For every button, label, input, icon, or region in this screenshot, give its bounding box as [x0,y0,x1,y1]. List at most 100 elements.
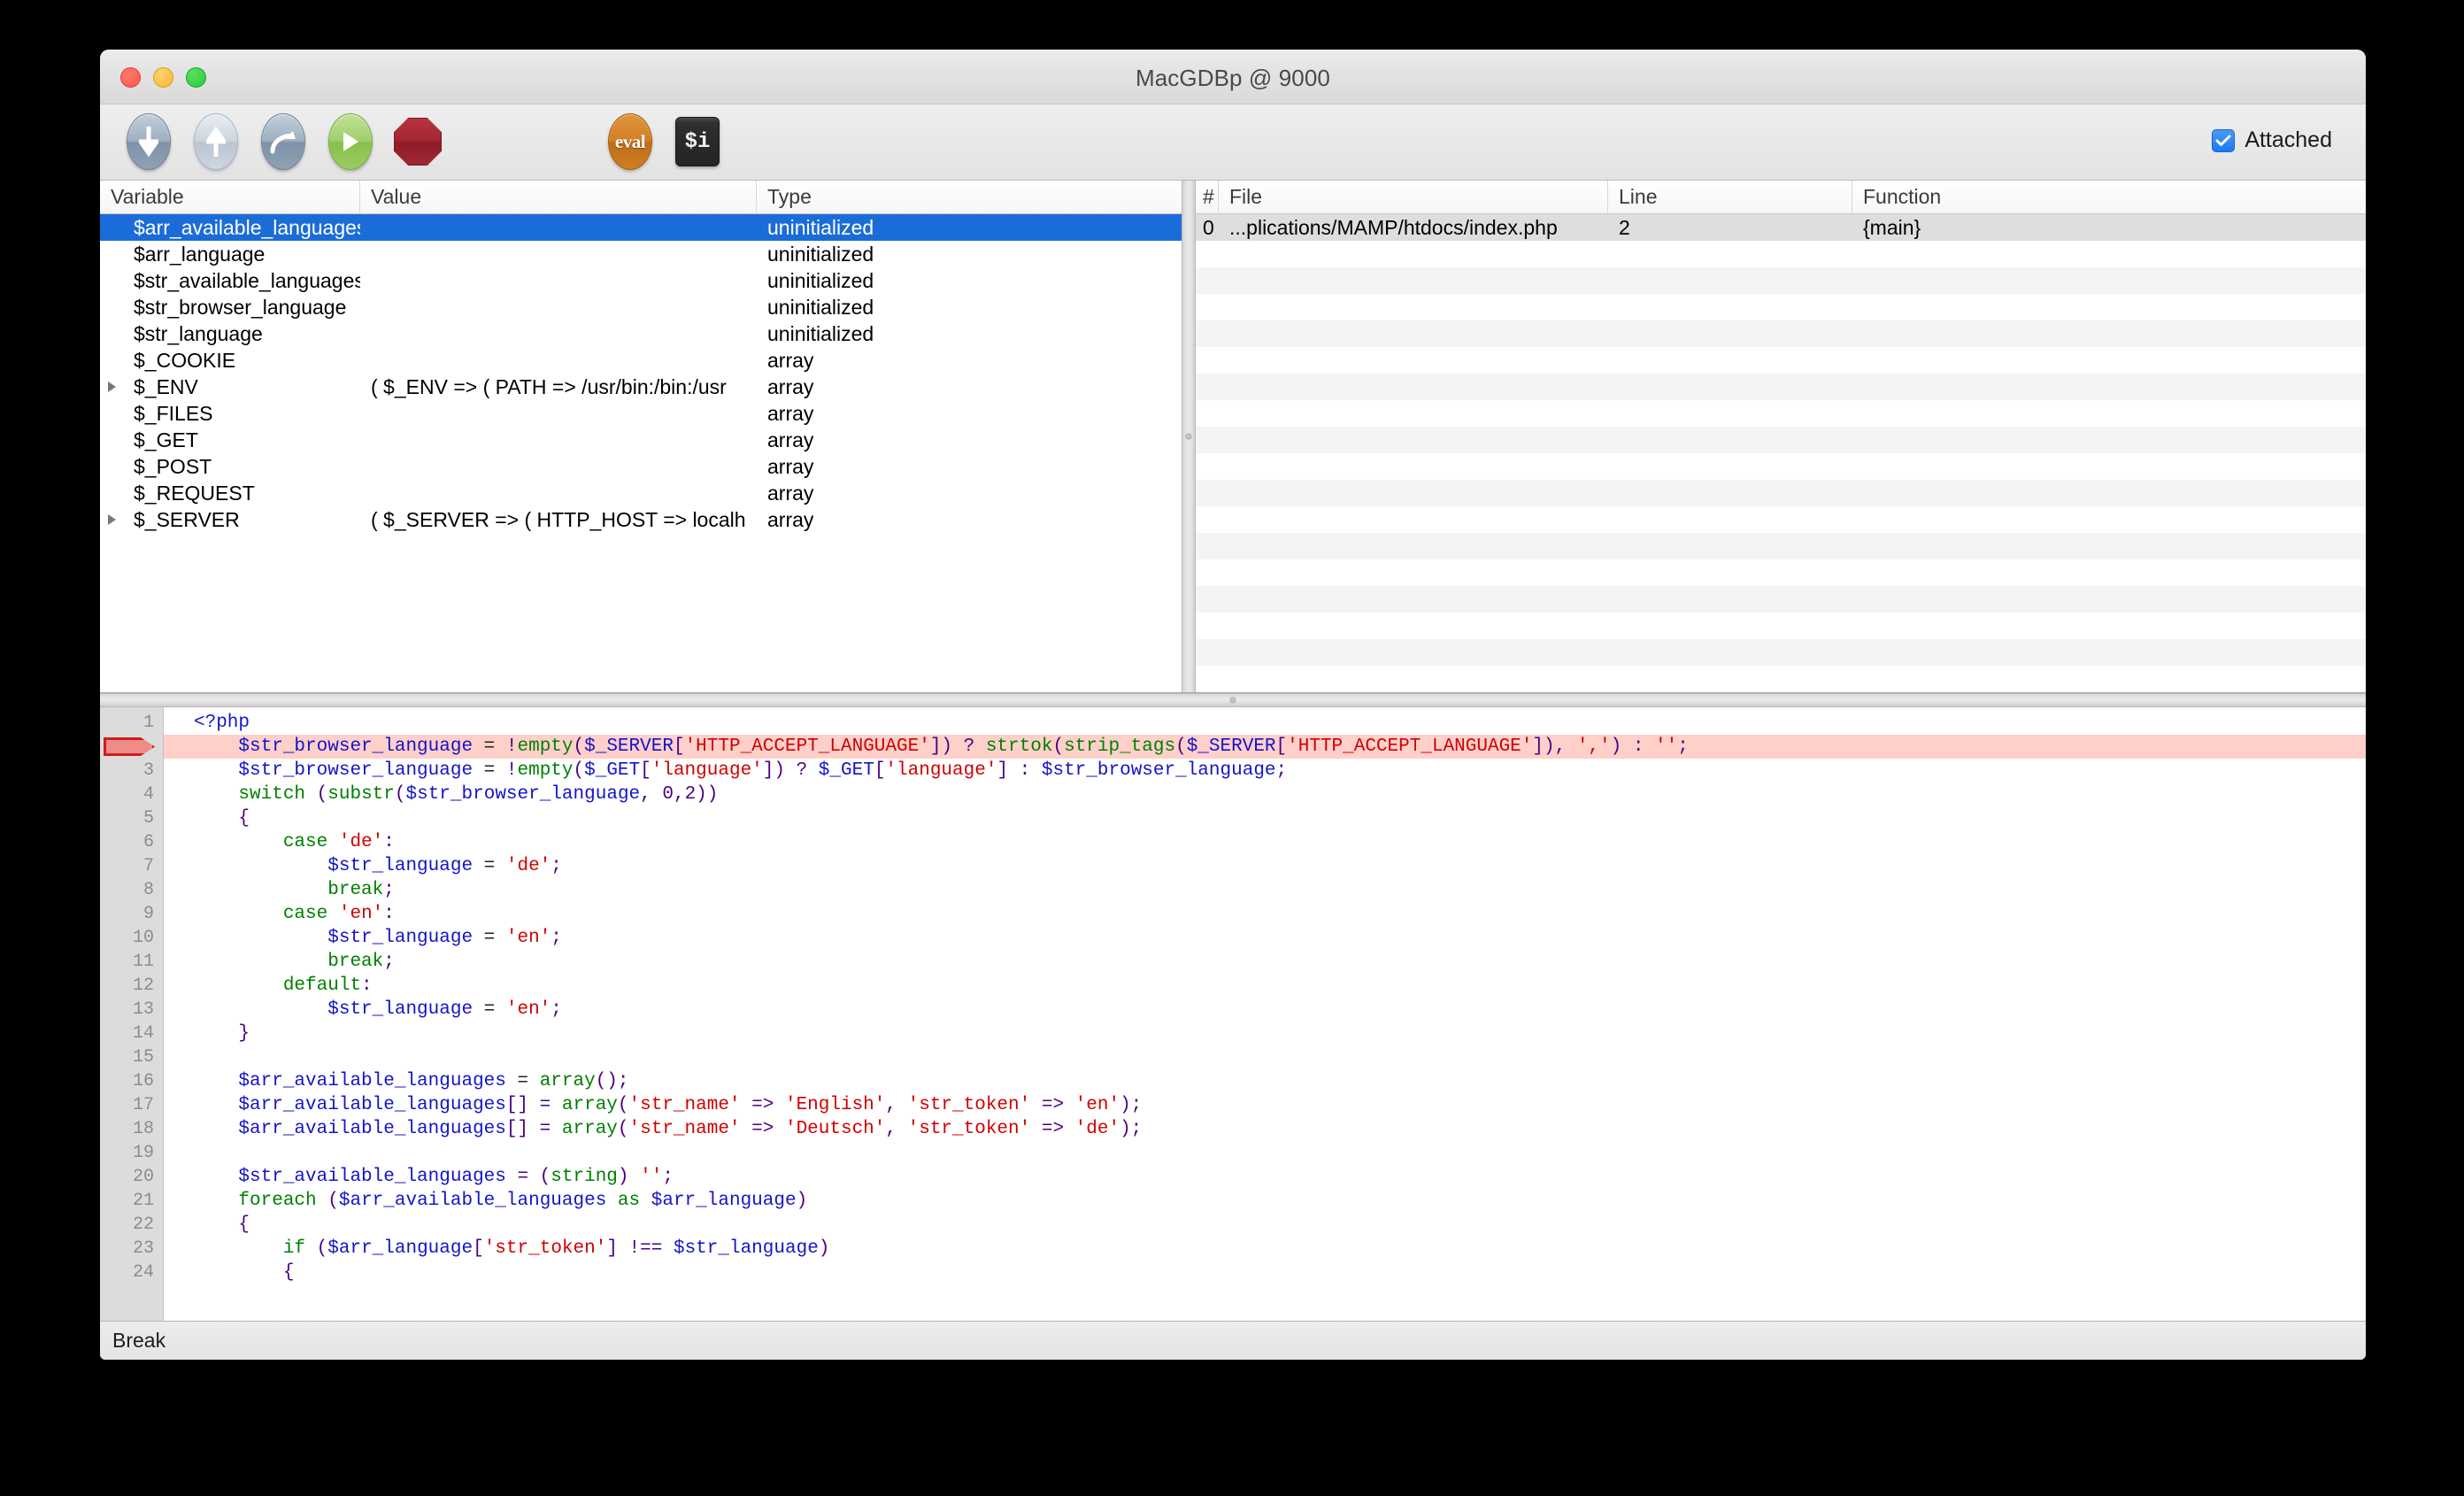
code-token: ( [317,1191,339,1211]
variable-row[interactable]: $arr_available_languagesuninitialized [100,214,1182,241]
code-token: strip_tags [1064,736,1175,757]
variable-row[interactable]: $arr_languageuninitialized [100,241,1182,267]
shell-button[interactable]: $i [670,112,725,172]
code-token: ( [1175,736,1187,757]
code-token: ( [395,784,406,805]
code-token [194,880,327,900]
line-number[interactable]: 11 [100,950,163,974]
eval-button-label: eval [615,131,645,153]
code-token [194,999,327,1020]
step-in-button[interactable] [121,112,176,172]
line-number[interactable]: 21 [100,1189,163,1213]
vertical-splitter[interactable] [1182,181,1196,692]
line-number[interactable]: 5 [100,806,163,830]
line-number[interactable]: 7 [100,854,163,878]
eval-button[interactable]: eval [603,112,658,172]
column-header-type[interactable]: Type [757,181,1182,213]
line-number[interactable]: 24 [100,1261,163,1284]
line-number[interactable]: 22 [100,1213,163,1237]
variable-name: $_COOKIE [123,349,360,373]
stack-index: 0 [1196,216,1219,240]
app-window: MacGDBp @ 9000 [100,50,2366,1360]
code-token: $arr_available_languages [238,1119,505,1139]
variable-type: array [757,428,1182,452]
attached-checkbox[interactable]: Attached [2212,127,2332,153]
variable-row[interactable]: $_POSTarray [100,453,1182,480]
status-bar: Break [100,1321,2366,1360]
column-header-line[interactable]: Line [1608,181,1852,213]
line-number[interactable]: 10 [100,926,163,950]
variable-row[interactable]: $_FILESarray [100,400,1182,427]
horizontal-splitter[interactable] [100,693,2366,707]
variable-row[interactable]: $_COOKIEarray [100,347,1182,374]
variable-row[interactable]: $_REQUESTarray [100,480,1182,506]
column-header-value[interactable]: Value [360,181,757,213]
code-token: ) [618,1167,640,1187]
variable-row-empty [100,666,1182,692]
step-over-button[interactable] [256,112,311,172]
play-icon [328,113,373,170]
code-token: ) [819,1238,830,1259]
line-number[interactable]: 23 [100,1237,163,1261]
stack-row[interactable]: 0...plications/MAMP/htdocs/index.php2{ma… [1196,214,2366,241]
disclosure-triangle-icon[interactable] [100,382,123,392]
variable-row[interactable]: $_GETarray [100,427,1182,453]
shell-button-label: $i [685,130,711,154]
variable-row[interactable]: $str_browser_languageuninitialized [100,294,1182,320]
code-token: ; [551,928,562,948]
column-header-number[interactable]: # [1196,181,1219,213]
variable-row[interactable]: $_SERVER( $_SERVER => ( HTTP_HOST => loc… [100,506,1182,533]
line-number[interactable]: 6 [100,830,163,854]
code-token: foreach [238,1191,316,1211]
variable-row-empty [100,533,1182,559]
line-number[interactable]: 8 [100,878,163,902]
code-token: } [194,1023,250,1044]
code-token [194,952,327,972]
line-number[interactable]: 20 [100,1165,163,1189]
code-token [194,1119,238,1139]
line-number[interactable]: 18 [100,1117,163,1141]
line-number[interactable] [100,735,163,759]
breakpoint-marker-icon[interactable] [104,737,155,756]
line-number[interactable]: 13 [100,998,163,1022]
code-token: 'de' [339,832,383,852]
code-token: => [1030,1095,1074,1115]
line-number[interactable]: 19 [100,1141,163,1165]
variable-row[interactable]: $str_available_languagesuninitialized [100,267,1182,294]
variable-row[interactable]: $_ENV( $_ENV => ( PATH => /usr/bin:/bin:… [100,374,1182,400]
line-number[interactable]: 14 [100,1022,163,1045]
stop-button[interactable] [390,112,445,172]
line-number[interactable]: 17 [100,1093,163,1117]
line-number[interactable]: 16 [100,1069,163,1093]
code-token [194,832,283,852]
line-number[interactable]: 9 [100,902,163,926]
column-header-file[interactable]: File [1219,181,1608,213]
code-token: = [473,736,506,757]
line-number[interactable]: 12 [100,974,163,998]
step-out-button[interactable] [189,112,243,172]
line-number-gutter[interactable]: 13456789101112131415161718192021222324 [100,707,164,1321]
code-token: $str_browser_language [238,736,473,757]
line-number[interactable]: 3 [100,759,163,783]
line-number[interactable]: 1 [100,711,163,735]
code-area[interactable]: <?php $str_browser_language = !empty($_S… [164,707,2366,1321]
run-button[interactable] [323,112,378,172]
code-token: $str_language [327,856,473,876]
disclosure-triangle-icon[interactable] [100,514,123,525]
arrow-down-icon [127,113,171,170]
code-token: ]) ? [930,736,986,757]
stack-row-empty [1196,374,2366,400]
variable-type: array [757,375,1182,399]
code-token: { [194,1262,294,1283]
stack-row-empty [1196,639,2366,666]
stack-line: 2 [1608,216,1852,240]
column-header-function[interactable]: Function [1852,181,2366,213]
variable-row[interactable]: $str_languageuninitialized [100,320,1182,347]
code-line: { [164,806,2366,830]
line-number[interactable]: 15 [100,1045,163,1069]
code-token: 'en' [506,999,551,1020]
line-number[interactable]: 4 [100,783,163,806]
variable-type: uninitialized [757,269,1182,293]
code-line: case 'de': [164,830,2366,854]
column-header-variable[interactable]: Variable [100,181,360,213]
